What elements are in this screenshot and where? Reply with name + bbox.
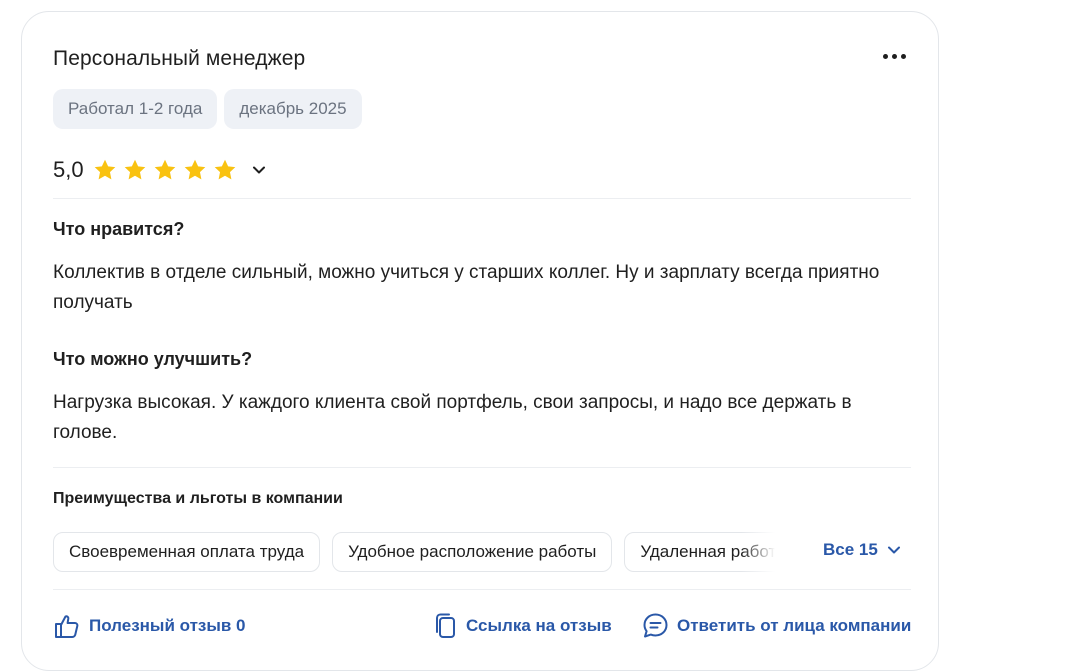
likes-heading: Что нравится? bbox=[53, 219, 185, 239]
rating-stars bbox=[92, 157, 238, 183]
star-icon bbox=[94, 159, 115, 180]
review-link-button[interactable]: Ссылка на отзыв bbox=[432, 612, 612, 640]
benefit-chip: Своевременная оплата труда bbox=[53, 532, 321, 572]
benefit-chip: Удобное расположение работы bbox=[332, 532, 613, 572]
divider bbox=[53, 589, 911, 590]
show-all-label: Все 15 bbox=[823, 540, 878, 559]
rating-value: 5,0 bbox=[53, 157, 84, 182]
thumbs-up-icon bbox=[55, 615, 79, 638]
copy-link-icon bbox=[436, 613, 455, 638]
likes-text: Коллектив в отделе сильный, можно учитьс… bbox=[53, 262, 880, 313]
review-link-label: Ссылка на отзыв bbox=[466, 616, 612, 635]
star-icon bbox=[184, 159, 205, 180]
helpful-review-button[interactable]: Полезный отзыв 0 bbox=[53, 612, 246, 640]
helpful-label: Полезный отзыв 0 bbox=[89, 616, 246, 635]
benefits-list: Своевременная оплата труда Удобное распо… bbox=[53, 532, 781, 572]
improve-text: Нагрузка высокая. У каждого клиента свой… bbox=[53, 392, 852, 443]
show-all-benefits-button[interactable]: Все 15 bbox=[823, 540, 902, 560]
chevron-down-icon bbox=[252, 166, 265, 174]
star-icon bbox=[154, 159, 175, 180]
chevron-down-icon bbox=[887, 546, 900, 554]
review-tags: Работал 1-2 года декабрь 2025 bbox=[53, 89, 362, 129]
benefit-chip: Удаленная работа bbox=[624, 532, 781, 572]
star-icon bbox=[214, 159, 235, 180]
more-options-button[interactable] bbox=[877, 42, 911, 70]
chat-bubble-icon bbox=[643, 613, 668, 638]
rating-expand-button[interactable] bbox=[248, 159, 270, 181]
improve-heading: Что можно улучшить? bbox=[53, 349, 253, 369]
more-dots-icon bbox=[882, 53, 888, 59]
tag-experience: Работал 1-2 года bbox=[53, 89, 218, 129]
position-title: Персональный менеджер bbox=[53, 47, 306, 70]
tag-date: декабрь 2025 bbox=[224, 89, 362, 129]
benefits-heading: Преимущества и льготы в компании bbox=[53, 490, 343, 507]
review-card: Персональный менеджер Работал 1-2 года д… bbox=[21, 11, 939, 671]
rating-row: 5,0 bbox=[53, 157, 270, 183]
divider bbox=[53, 467, 911, 468]
reply-label: Ответить от лица компании bbox=[677, 615, 912, 635]
reply-as-company-button[interactable]: Ответить от лица компании bbox=[642, 612, 911, 639]
star-icon bbox=[124, 159, 145, 180]
divider bbox=[53, 198, 911, 199]
